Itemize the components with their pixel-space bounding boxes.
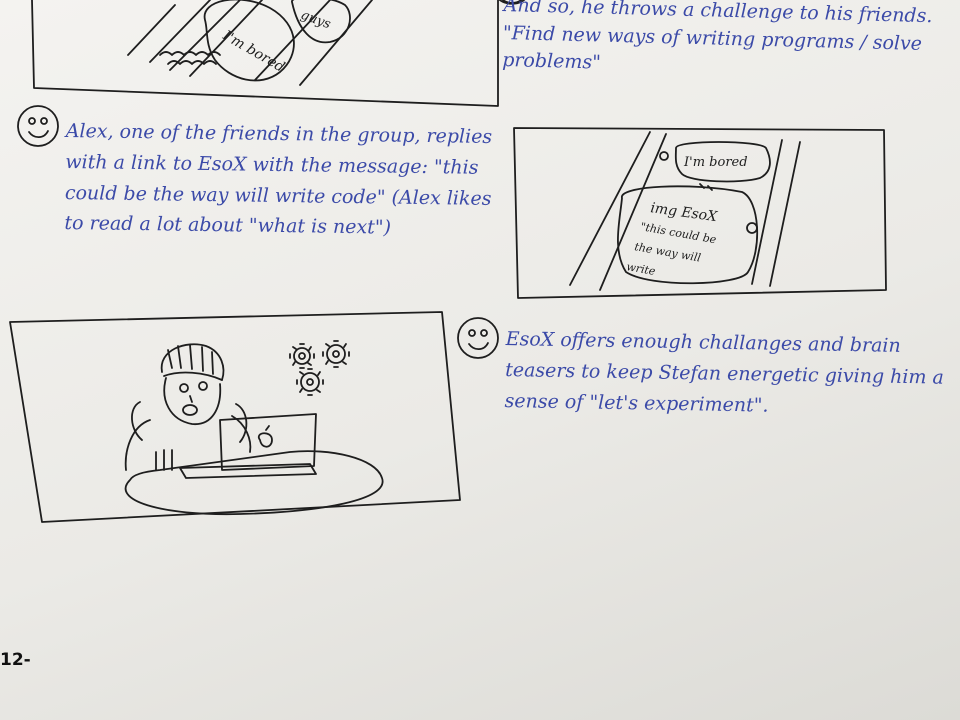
phone-bubble-link: img EsoX — [649, 200, 719, 225]
bubble-text-bored-top: I'm bored — [219, 27, 287, 76]
caption-challenge: And so, he throws a challenge to his fri… — [501, 0, 933, 74]
storyboard-page: I'm bored guys I'm bored img EsoX "this … — [0, 0, 960, 720]
phone-bubble-msg-3: write — [625, 260, 656, 278]
panel-stefan-laptop — [9, 311, 461, 523]
phone-bubble-msg-2: the way will — [633, 240, 702, 265]
phone-bubble-bored: I'm bored — [683, 155, 748, 170]
caption-esox-challenges: EsoX offers enough challanges and brain … — [504, 327, 945, 417]
smiley-icon — [457, 317, 499, 359]
page-number: 12- — [0, 650, 31, 670]
smiley-icon — [17, 105, 59, 147]
caption-alex-reply: Alex, one of the friends in the group, r… — [64, 119, 493, 239]
